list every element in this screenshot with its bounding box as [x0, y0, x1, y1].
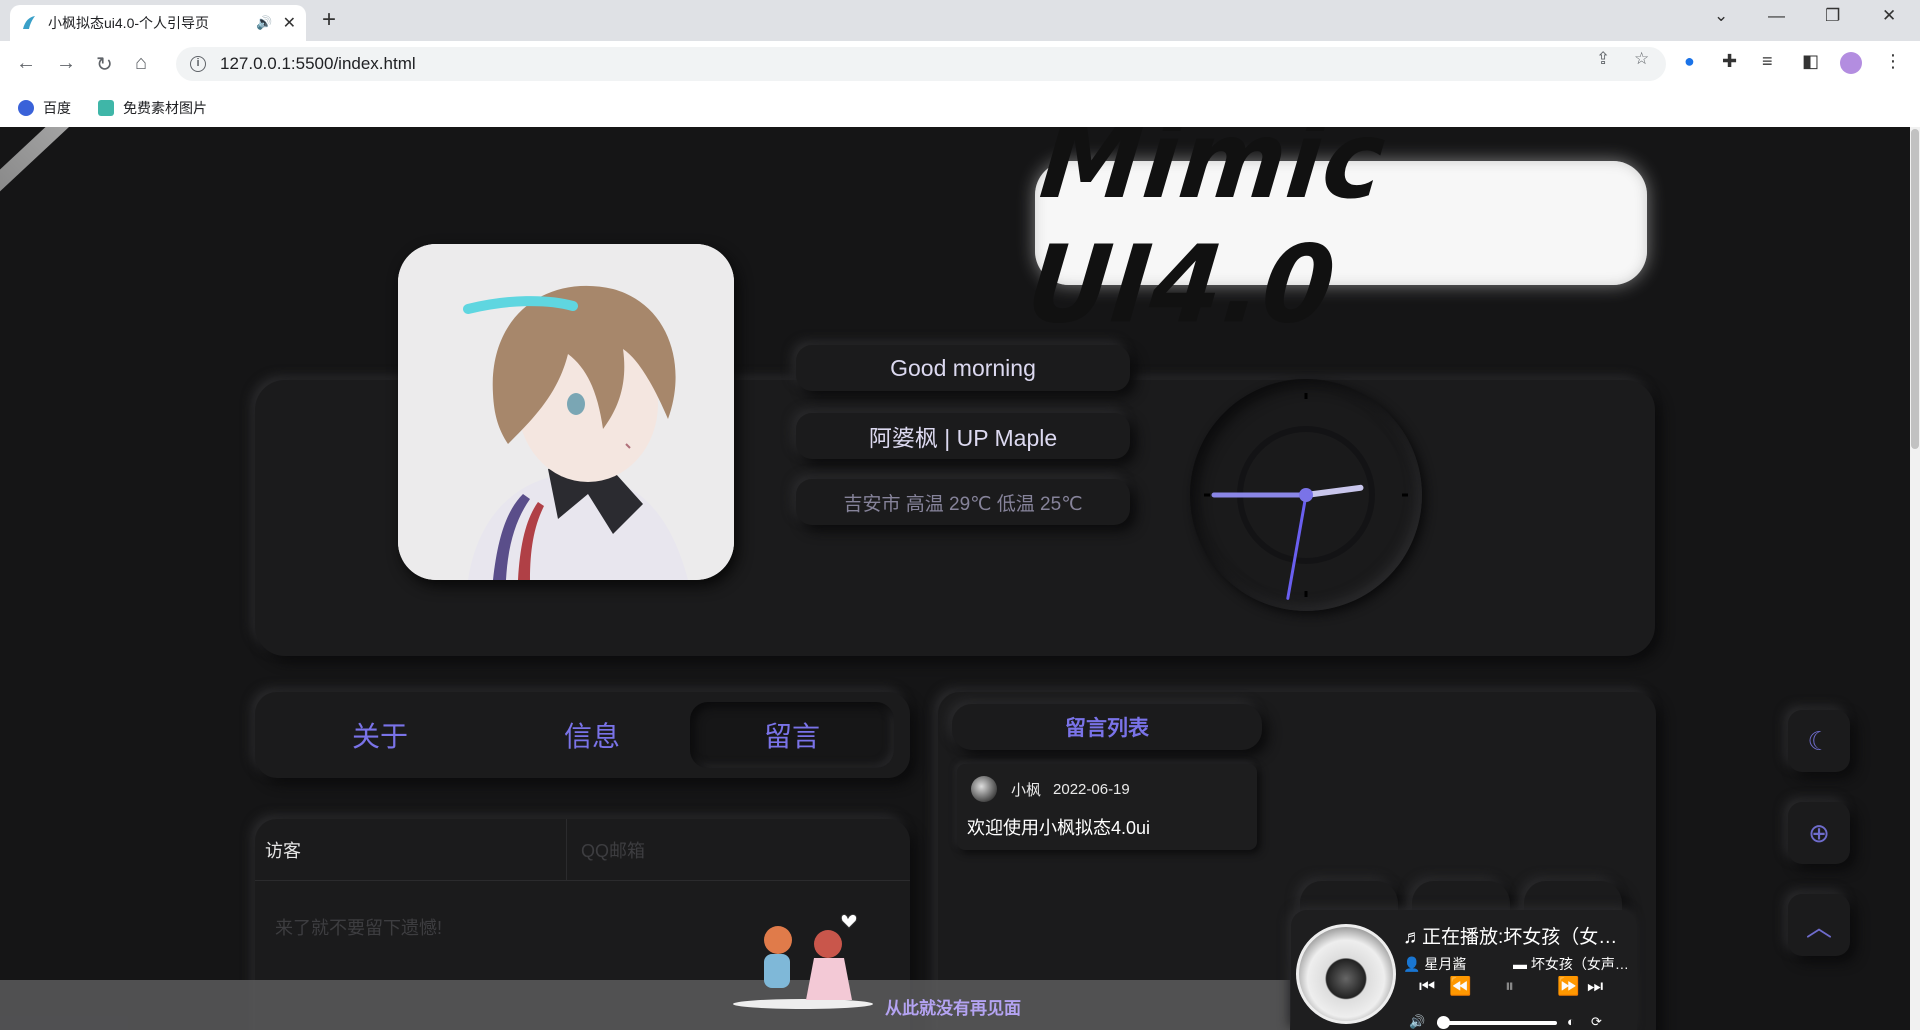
browser-tab[interactable]: 小枫拟态ui4.0-个人引导页 🔊 ✕ [10, 5, 306, 41]
name-field-value: 访客 [265, 840, 301, 861]
volume-knob[interactable] [1437, 1016, 1450, 1029]
add-button[interactable]: ⊕ [1788, 802, 1850, 864]
tab-label: 关于 [351, 721, 408, 752]
new-tab-button[interactable]: + [322, 8, 336, 32]
avatar [398, 244, 734, 580]
message-textarea[interactable]: 来了就不要留下遗憾! [275, 914, 442, 940]
moon-icon: ☾ [1807, 725, 1831, 756]
bookmark-label: 百度 [43, 100, 71, 116]
bookmark-free-images[interactable]: 免费素材图片 [98, 98, 207, 118]
tab-label: 信息 [563, 721, 620, 752]
message-list-title: 留言列表 [952, 704, 1262, 750]
address-bar[interactable]: i 127.0.0.1:5500/index.html [176, 47, 1666, 81]
music-player: ♬正在播放:坏女孩（女声版） 👤 星月酱 ▬ 坏女孩（女声版） ⏮ ⏪ ⏸ ⏩ … [1291, 910, 1637, 1030]
comment-text: 欢迎使用小枫拟态4.0ui [967, 818, 1151, 838]
avatar-illustration [398, 244, 734, 580]
clock-center-pin [1299, 488, 1313, 502]
home-icon[interactable]: ⌂ [135, 52, 147, 75]
greeting-pill: Good morning [796, 345, 1130, 391]
extension-drop-icon[interactable]: ● [1684, 51, 1695, 72]
section-tabs: 关于 信息 留言 [255, 692, 910, 778]
side-panel-icon[interactable]: ◧ [1802, 51, 1819, 72]
artist-name: 星月酱 [1424, 956, 1467, 972]
image-icon [98, 100, 114, 116]
media-queue-icon[interactable]: ≡ [1762, 51, 1773, 72]
volume-slider[interactable] [1437, 1021, 1557, 1025]
url-text: 127.0.0.1:5500/index.html [220, 54, 416, 73]
bookmarks-bar: 百度 免费素材图片 [0, 88, 1920, 127]
skip-forward-icon[interactable]: ⏭ [1587, 976, 1603, 997]
tab-info[interactable]: 信息 [492, 702, 692, 768]
lyric-text: 从此就没有再见面 [885, 999, 1021, 1018]
now-playing-title: ♬正在播放:坏女孩（女声版） [1403, 927, 1628, 948]
email-field[interactable]: QQ邮箱 [567, 819, 910, 881]
name-pill: 阿婆枫 | UP Maple [796, 413, 1130, 459]
clock-face [1204, 393, 1408, 600]
weather-text: 吉安市 高温 29℃ 低温 25℃ [843, 493, 1083, 515]
restore-button[interactable]: ❐ [1825, 6, 1840, 26]
logo: Mimic UI4.0 [1022, 127, 1647, 348]
comment-date: 2022-06-19 [1053, 780, 1130, 798]
comment-author: 小枫 [1011, 781, 1042, 799]
paw-icon [18, 100, 34, 116]
page-body: Mimic UI4.0 Good morning 阿婆枫 | UP Maple … [0, 127, 1920, 1030]
clock-second-hand [1286, 493, 1308, 600]
weather-pill: 吉安市 高温 29℃ 低温 25℃ [796, 479, 1130, 525]
back-to-top-button[interactable]: ︿ [1788, 894, 1850, 956]
window-close-button[interactable]: ✕ [1882, 6, 1896, 26]
tab-close-icon[interactable]: ✕ [283, 13, 296, 33]
clock-hour-hand [1303, 484, 1364, 498]
bookmark-baidu[interactable]: 百度 [18, 98, 71, 118]
pause-icon[interactable]: ⏸ [1505, 976, 1514, 997]
tab-audio-icon[interactable]: 🔊 [256, 15, 272, 31]
dark-mode-toggle[interactable]: ☾ [1788, 710, 1850, 772]
logo-text: Mimic UI4.0 [1021, 127, 1392, 348]
name-field[interactable]: 访客 [255, 819, 567, 881]
back-icon[interactable]: ← [16, 52, 36, 75]
menu-kebab-icon[interactable]: ⋮ [1884, 51, 1902, 72]
bookmark-label: 免费素材图片 [123, 100, 207, 116]
greeting-text: Good morning [890, 354, 1036, 381]
forward-icon[interactable]: → [56, 52, 76, 75]
tab-label: 留言 [763, 721, 820, 752]
lyric-strip [0, 980, 1290, 1030]
toggle-icon[interactable]: ◐ [1567, 1014, 1575, 1029]
message-list-title-text: 留言列表 [1065, 717, 1149, 740]
artist-label: 👤 星月酱 [1403, 956, 1467, 972]
email-placeholder: QQ邮箱 [581, 840, 646, 861]
volume-icon[interactable]: 🔊 [1409, 1014, 1425, 1030]
tab-search-icon[interactable]: ⌄ [1714, 6, 1728, 26]
message-placeholder: 来了就不要留下遗憾! [275, 918, 443, 938]
tab-message[interactable]: 留言 [690, 702, 894, 768]
name-text: 阿婆枫 | UP Maple [868, 425, 1058, 451]
repeat-icon[interactable]: ⟳ [1591, 1014, 1602, 1030]
page-scrollbar[interactable] [1910, 127, 1920, 1030]
browser-tab-strip: 小枫拟态ui4.0-个人引导页 🔊 ✕ + ⌄ — ❐ ✕ [0, 0, 1920, 41]
extensions-puzzle-icon[interactable]: ✚ [1722, 51, 1737, 72]
rewind-icon[interactable]: ⏪ [1449, 976, 1471, 997]
scrollbar-thumb[interactable] [1911, 129, 1919, 449]
skip-back-icon[interactable]: ⏮ [1419, 976, 1435, 997]
tab-title: 小枫拟态ui4.0-个人引导页 [48, 15, 210, 31]
plus-circle-icon: ⊕ [1808, 817, 1830, 848]
commenter-avatar [971, 776, 997, 802]
chevron-up-icon: ︿ [1805, 911, 1832, 942]
analog-clock [1190, 379, 1422, 611]
bookmark-star-icon[interactable]: ☆ [1634, 49, 1649, 69]
decorative-streak [0, 127, 248, 261]
share-icon[interactable]: ⇪ [1596, 49, 1610, 69]
kissing-kids-illustration [733, 913, 873, 1009]
minimize-button[interactable]: — [1768, 6, 1785, 26]
fast-forward-icon[interactable]: ⏩ [1557, 976, 1579, 997]
profile-avatar[interactable] [1840, 52, 1862, 74]
list-item: 小枫 2022-06-19 欢迎使用小枫拟态4.0ui [957, 764, 1257, 850]
site-info-icon[interactable]: i [190, 56, 206, 72]
album-label: ▬ 坏女孩（女声版） [1513, 954, 1631, 974]
reload-icon[interactable]: ↻ [96, 52, 113, 77]
browser-toolbar: ← → ↻ ⌂ i 127.0.0.1:5500/index.html ⇪ ☆ … [0, 41, 1920, 88]
tab-about[interactable]: 关于 [280, 702, 480, 768]
album-name: 坏女孩（女声版） [1530, 956, 1631, 972]
site-favicon-icon [23, 16, 35, 29]
album-cover[interactable] [1296, 924, 1396, 1024]
